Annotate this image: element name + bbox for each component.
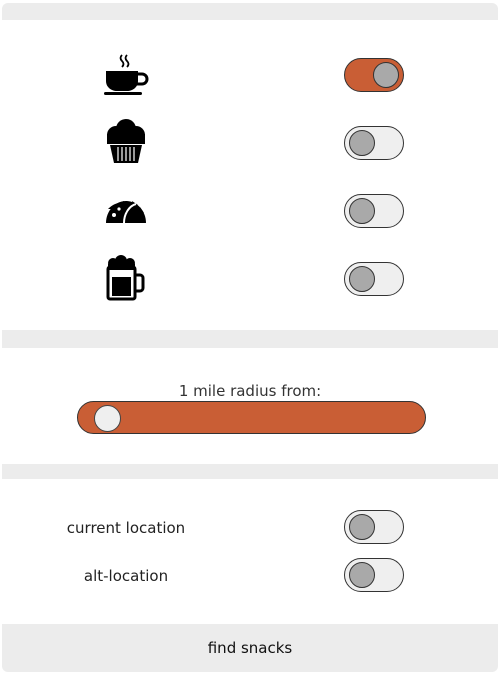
coffee-cup-icon	[102, 51, 150, 99]
beer-mug-icon	[102, 255, 150, 303]
location-panel: current location alt-location	[2, 479, 498, 624]
toggle-knob	[349, 130, 375, 156]
toggle-knob	[349, 266, 375, 292]
snack-row-muffin	[2, 118, 498, 178]
muffin-icon	[102, 118, 150, 166]
snack-row-coffee	[2, 51, 498, 111]
snack-type-panel	[2, 20, 498, 330]
snack-row-beer	[2, 255, 498, 315]
radius-panel: 1 mile radius from:	[2, 348, 498, 464]
current-location-toggle[interactable]	[344, 510, 404, 544]
coffee-toggle[interactable]	[344, 58, 404, 92]
radius-slider[interactable]	[77, 401, 426, 434]
toggle-knob	[349, 198, 375, 224]
current-location-label: current location	[66, 519, 186, 537]
alt-location-label: alt-location	[83, 567, 169, 585]
snack-row-taco	[2, 187, 498, 247]
taco-icon	[102, 187, 150, 235]
muffin-toggle[interactable]	[344, 126, 404, 160]
toggle-knob	[373, 62, 399, 88]
taco-toggle[interactable]	[344, 194, 404, 228]
alt-location-toggle[interactable]	[344, 558, 404, 592]
find-snacks-button[interactable]: find snacks	[2, 624, 498, 672]
toggle-knob	[349, 562, 375, 588]
app-frame: 1 mile radius from: current location alt…	[2, 3, 498, 672]
toggle-knob	[349, 514, 375, 540]
slider-handle[interactable]	[94, 405, 121, 432]
beer-toggle[interactable]	[344, 262, 404, 296]
radius-label: 1 mile radius from:	[178, 382, 322, 400]
